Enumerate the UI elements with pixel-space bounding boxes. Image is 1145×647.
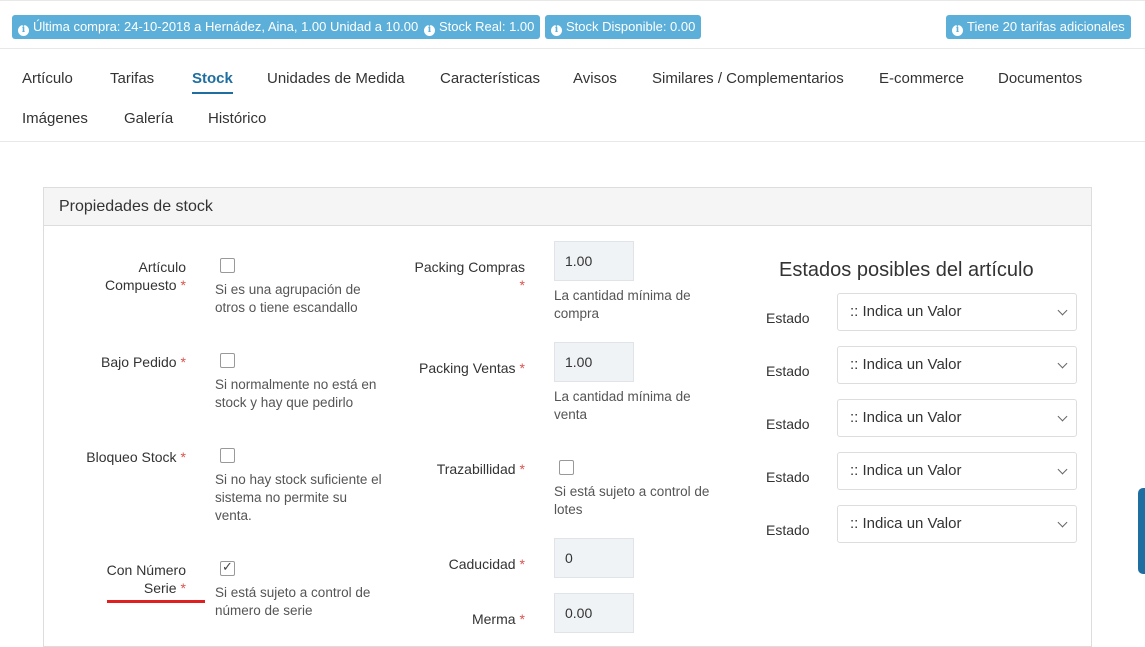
info-bar: i Última compra: 24-10-2018 a Hernádez, A… (0, 0, 1145, 49)
info-icon: i (18, 25, 29, 36)
packing-ventas-input[interactable]: 1.00 (554, 342, 634, 382)
estado-label: Estado (766, 416, 810, 432)
estado-select[interactable]: :: Indica un Valor (837, 293, 1077, 331)
merma-input[interactable]: 0.00 (554, 593, 634, 633)
tab-similares[interactable]: Similares / Complementarios (652, 70, 844, 87)
bajo-pedido-checkbox[interactable] (220, 353, 235, 368)
numero-serie-checkbox[interactable] (220, 559, 235, 576)
estado-label: Estado (766, 363, 810, 379)
packing-ventas-help: La cantidad mínima de venta (554, 389, 691, 422)
packing-ventas-label: Packing Ventas * (419, 360, 525, 376)
tab-unidades-medida[interactable]: Unidades de Medida (267, 70, 405, 87)
compuesto-checkbox[interactable] (220, 258, 235, 273)
numero-serie-label: Con Número Serie * (106, 562, 186, 596)
estado-select[interactable]: :: Indica un Valor (837, 505, 1077, 543)
estados-title: Estados posibles del artículo (779, 259, 1034, 281)
info-icon: i (952, 25, 963, 36)
bajo-pedido-help: Si normalmente no está en stock y hay qu… (215, 377, 377, 410)
highlight-underline (107, 600, 205, 603)
chevron-down-icon (1057, 358, 1068, 369)
trazabilidad-label: Trazabillidad * (436, 461, 525, 477)
tab-historico[interactable]: Histórico (208, 110, 266, 127)
tab-avisos[interactable]: Avisos (573, 70, 617, 87)
estado-select[interactable]: :: Indica un Valor (837, 346, 1077, 384)
panel-title: Propiedades de stock (44, 188, 1091, 226)
chevron-down-icon (1057, 411, 1068, 422)
estado-select[interactable]: :: Indica un Valor (837, 399, 1077, 437)
numero-serie-help: Si está sujeto a control de número de se… (215, 585, 371, 618)
trazabilidad-checkbox[interactable] (559, 460, 574, 475)
caducidad-label: Caducidad * (448, 556, 525, 572)
tarifas-adicionales-badge[interactable]: i Tiene 20 tarifas adicionales (946, 15, 1131, 39)
packing-compras-label: Packing Compras * (414, 259, 526, 293)
tab-caracteristicas[interactable]: Características (440, 70, 540, 87)
merma-label: Merma * (471, 611, 525, 627)
estado-label: Estado (766, 469, 810, 485)
tab-articulo[interactable]: Artículo (22, 70, 73, 87)
bajo-pedido-label: Bajo Pedido * (101, 354, 186, 370)
tab-ecommerce[interactable]: E-commerce (879, 70, 964, 87)
ultima-compra-badge: i Última compra: 24-10-2018 a Hernádez, A… (12, 15, 432, 39)
estado-select[interactable]: :: Indica un Valor (837, 452, 1077, 490)
info-icon: i (551, 25, 562, 36)
estado-label: Estado (766, 310, 810, 326)
chevron-down-icon (1057, 305, 1068, 316)
trazabilidad-help: Si está sujeto a control de lotes (554, 484, 710, 517)
packing-compras-help: La cantidad mínima de compra (554, 288, 691, 321)
tab-bar: Artículo Tarifas Stock Unidades de Medid… (0, 49, 1145, 142)
tab-documentos[interactable]: Documentos (998, 70, 1082, 87)
compuesto-help: Si es una agrupación de otros o tiene es… (215, 282, 361, 315)
stock-disponible-badge: i Stock Disponible: 0.00 (545, 15, 702, 39)
bloqueo-stock-label: Bloqueo Stock * (86, 449, 186, 465)
estado-label: Estado (766, 522, 810, 538)
bloqueo-stock-help: Si no hay stock suficiente el sistema no… (215, 472, 382, 523)
chevron-down-icon (1057, 517, 1068, 528)
caducidad-input[interactable]: 0 (554, 538, 634, 578)
tab-tarifas[interactable]: Tarifas (110, 70, 154, 87)
tab-imagenes[interactable]: Imágenes (22, 110, 88, 127)
side-panel-handle[interactable] (1138, 488, 1145, 574)
tab-stock[interactable]: Stock (192, 70, 233, 94)
chevron-down-icon (1057, 464, 1068, 475)
stock-real-badge: i Stock Real: 1.00 (418, 15, 541, 39)
bloqueo-stock-checkbox[interactable] (220, 448, 235, 463)
info-icon: i (424, 25, 435, 36)
packing-compras-input[interactable]: 1.00 (554, 241, 634, 281)
tab-galeria[interactable]: Galería (124, 110, 173, 127)
compuesto-label: Artículo Compuesto * (104, 259, 186, 293)
